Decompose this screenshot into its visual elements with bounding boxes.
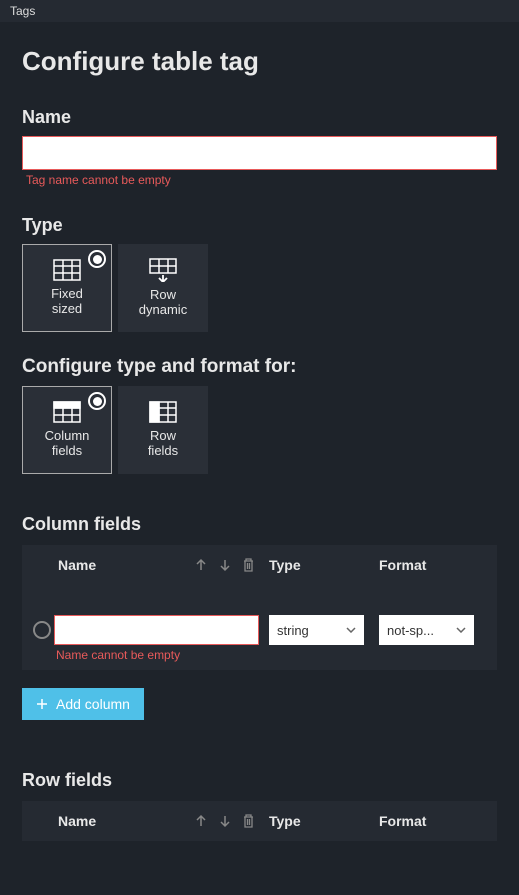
radio-icon [88, 392, 106, 410]
column-name-error: Name cannot be empty [56, 648, 259, 662]
configure-type-format-heading: Configure type and format for: [22, 356, 497, 378]
type-option-fixed-line2: sized [51, 302, 83, 317]
add-column-label: Add column [56, 696, 130, 712]
configure-option-col-line1: Column [45, 429, 90, 444]
configure-option-row-line2: fields [148, 444, 178, 459]
table-rows-icon [149, 401, 177, 423]
column-fields-heading: Column fields [22, 514, 497, 535]
type-option-rowdyn-line2: dynamic [139, 303, 187, 318]
tag-name-error: Tag name cannot be empty [26, 173, 497, 187]
type-section-label: Type [22, 215, 497, 236]
move-down-icon[interactable] [218, 558, 232, 572]
type-option-row-dynamic[interactable]: Row dynamic [118, 244, 208, 332]
add-column-button[interactable]: Add column [22, 688, 144, 720]
table-fixed-icon [53, 259, 81, 281]
tag-name-input[interactable] [22, 136, 497, 170]
column-format-dropdown[interactable]: not-sp... [379, 615, 474, 645]
chevron-down-icon [456, 627, 466, 633]
type-option-fixed-line1: Fixed [51, 287, 83, 302]
column-header-name: Name [54, 557, 179, 573]
column-header-format: Format [379, 557, 489, 573]
column-type-value: string [277, 623, 309, 638]
configure-option-col-line2: fields [45, 444, 90, 459]
row-select-radio[interactable] [33, 621, 51, 639]
column-header-type: Type [269, 557, 379, 573]
panel-header: Tags [0, 0, 519, 22]
move-down-icon[interactable] [218, 814, 232, 828]
row-header-format: Format [379, 813, 489, 829]
row-header-name: Name [54, 813, 179, 829]
row-header-type: Type [269, 813, 379, 829]
row-fields-table: Name Type Format [22, 801, 497, 841]
column-field-row: Name cannot be empty string not-sp... [22, 585, 497, 670]
column-name-input[interactable] [54, 615, 259, 645]
configure-option-row-fields[interactable]: Row fields [118, 386, 208, 474]
trash-icon[interactable] [242, 814, 255, 828]
configure-option-row-line1: Row [148, 429, 178, 444]
chevron-down-icon [346, 627, 356, 633]
table-columns-icon [53, 401, 81, 423]
type-option-fixed-sized[interactable]: Fixed sized [22, 244, 112, 332]
type-option-rowdyn-line1: Row [139, 288, 187, 303]
table-row-dynamic-icon [149, 258, 177, 282]
row-fields-heading: Row fields [22, 770, 497, 791]
name-section-label: Name [22, 107, 497, 128]
column-fields-table: Name Type Format [22, 545, 497, 670]
column-type-dropdown[interactable]: string [269, 615, 364, 645]
configure-option-column-fields[interactable]: Column fields [22, 386, 112, 474]
trash-icon[interactable] [242, 558, 255, 572]
move-up-icon[interactable] [194, 814, 208, 828]
radio-icon [88, 250, 106, 268]
move-up-icon[interactable] [194, 558, 208, 572]
plus-icon [36, 698, 48, 710]
column-format-value: not-sp... [387, 623, 434, 638]
page-title: Configure table tag [22, 46, 497, 77]
